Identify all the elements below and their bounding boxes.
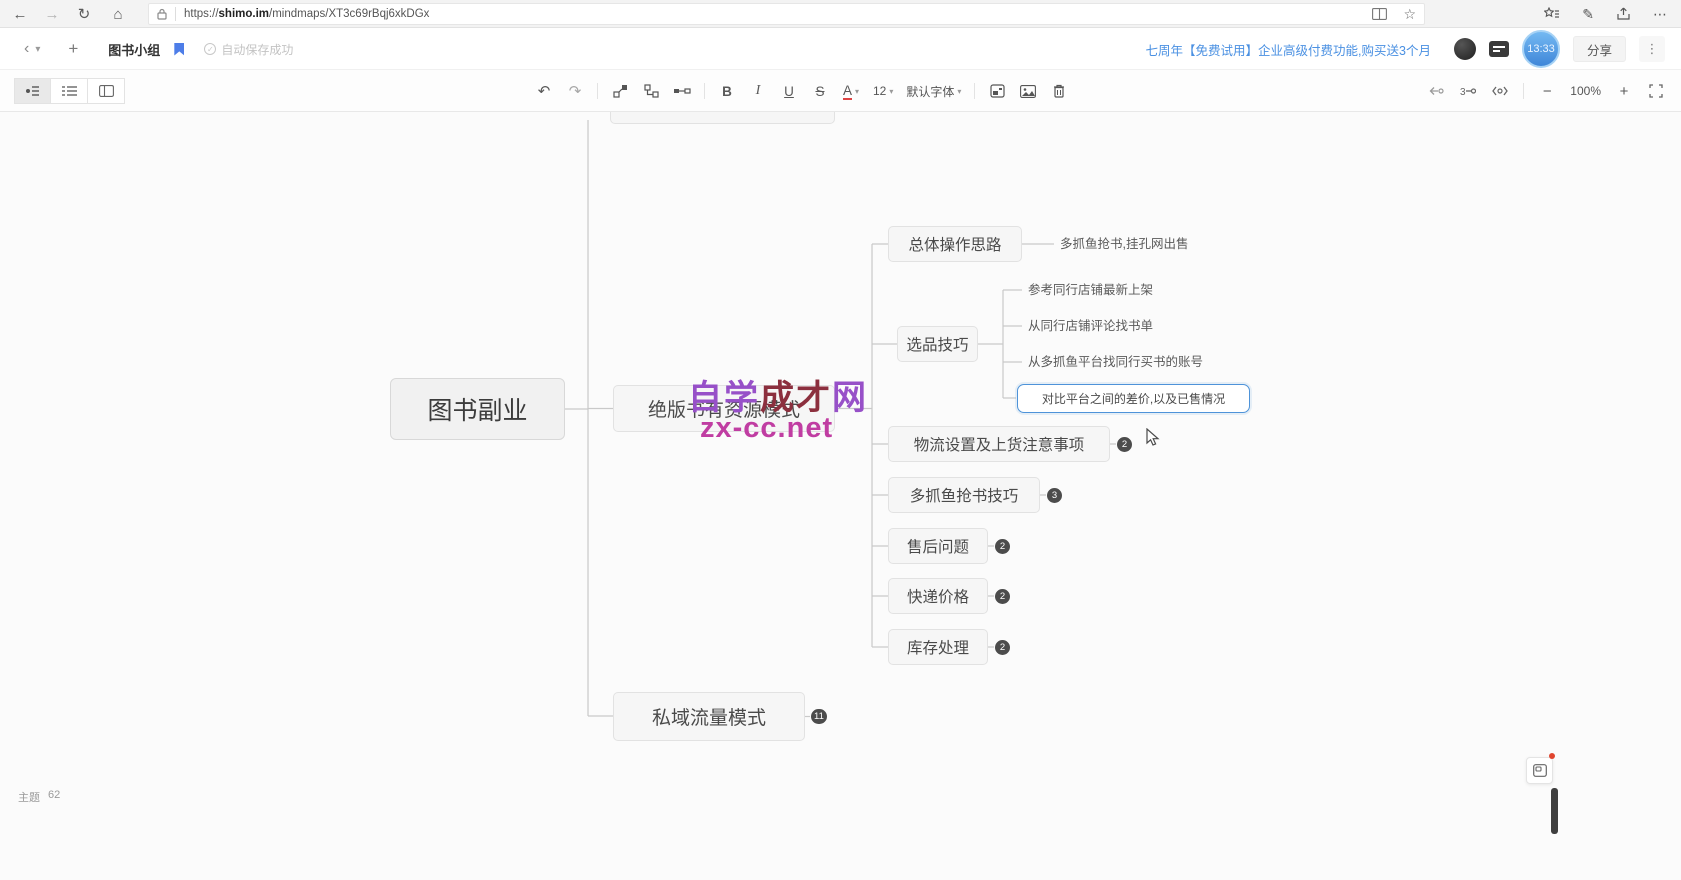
strikethrough-button[interactable]: S <box>811 79 829 103</box>
insert-relation-icon[interactable] <box>673 79 691 103</box>
italic-button[interactable]: I <box>749 79 767 103</box>
zoom-level[interactable]: 100% <box>1570 84 1601 98</box>
redo-icon[interactable]: ↷ <box>566 79 584 103</box>
address-divider <box>175 7 176 21</box>
mindmap-view-button[interactable] <box>14 78 51 104</box>
bold-button[interactable]: B <box>718 79 736 103</box>
mindmap-node-leaf1[interactable]: 参考同行店铺最新上架 <box>1028 282 1153 298</box>
outline-view-button[interactable] <box>51 78 88 104</box>
autosave-check-icon: ✓ <box>204 43 216 55</box>
zoom-in-icon[interactable]: + <box>1615 79 1633 103</box>
font-family-dropdown[interactable]: 默认字体▾ <box>906 83 961 100</box>
collapsed-count-badge-wuliu[interactable]: 2 <box>1117 437 1132 452</box>
mindmap-node-jueban[interactable]: 绝版书有资源模式 <box>613 385 835 432</box>
share-button[interactable]: 分享 <box>1573 36 1626 62</box>
refresh-icon[interactable]: ↻ <box>70 0 98 28</box>
collapsed-count-badge-duozhua[interactable]: 3 <box>1047 488 1062 503</box>
svg-text:3: 3 <box>1460 87 1466 97</box>
address-bar[interactable]: https://shimo.im/mindmaps/XT3c69rBqj6xkD… <box>148 3 1425 25</box>
mindmap-node-xuanpin[interactable]: 选品技巧 <box>897 326 978 362</box>
home-icon[interactable]: ⌂ <box>104 0 132 28</box>
notification-dot <box>1549 753 1555 759</box>
back-icon[interactable]: ← <box>6 0 34 28</box>
bookmark-icon[interactable] <box>174 43 184 56</box>
topic-counter: 主题62 <box>18 789 60 805</box>
favorites-hub-icon[interactable] <box>1544 7 1560 21</box>
insert-subtopic-icon[interactable] <box>642 79 660 103</box>
mindmap-node-leaf3[interactable]: 从多抓鱼平台找同行买书的账号 <box>1028 354 1203 370</box>
autosave-status: ✓ 自动保存成功 <box>204 41 293 58</box>
header-more-icon[interactable]: ⋮ <box>1639 36 1665 62</box>
expand-level-icon[interactable]: 3 <box>1459 79 1477 103</box>
split-view-button[interactable] <box>88 78 125 104</box>
document-title: 图书小组 <box>108 40 160 59</box>
scrollbar-thumb[interactable] <box>1551 788 1558 834</box>
promo-banner-link[interactable]: 七周年【免费试用】企业高级付费功能,购买送3个月 <box>1146 40 1431 59</box>
mindmap-node-leaf_zongti[interactable]: 多抓鱼抢书,挂孔网出售 <box>1060 236 1188 252</box>
favorite-star-icon[interactable]: ☆ <box>1403 6 1416 23</box>
browser-toolbar: ← → ↻ ⌂ https://shimo.im/mindmaps/XT3c69… <box>0 0 1681 28</box>
mindmap-node-shouhou[interactable]: 售后问题 <box>888 528 988 564</box>
forward-icon[interactable]: → <box>38 0 66 28</box>
collapsed-count-badge-shouhou[interactable]: 2 <box>995 539 1010 554</box>
lock-icon <box>157 8 167 20</box>
sticker-icon[interactable] <box>988 79 1006 103</box>
undo-icon[interactable]: ↶ <box>535 79 553 103</box>
user-avatar[interactable] <box>1454 38 1476 60</box>
mindmap-node-kuaidi[interactable]: 快递价格 <box>888 578 988 614</box>
zoom-out-icon[interactable]: − <box>1538 79 1556 103</box>
mindmap-node-zongti[interactable]: 总体操作思路 <box>888 226 1022 262</box>
collapsed-count-badge-kucun[interactable]: 2 <box>995 640 1010 655</box>
mindmap-node-leaf2[interactable]: 从同行店铺评论找书单 <box>1028 318 1153 334</box>
node-partial-top[interactable] <box>610 112 835 124</box>
share-page-icon[interactable] <box>1616 7 1631 21</box>
collapsed-count-badge-kuaidi[interactable]: 2 <box>995 589 1010 604</box>
fit-canvas-icon[interactable] <box>1491 79 1509 103</box>
mindmap-node-duozhua[interactable]: 多抓鱼抢书技巧 <box>888 477 1040 513</box>
mindmap-canvas[interactable]: 图书副业 绝版书有资源模式 总体操作思路 多抓鱼抢书,挂孔网出售选品技巧 参考同行店铺最… <box>0 112 1681 880</box>
font-size-dropdown[interactable]: 12▾ <box>873 84 893 98</box>
mindmap-node-wuliu[interactable]: 物流设置及上货注意事项 <box>888 426 1110 462</box>
mindmap-node-sel[interactable]: 对比平台之间的差价,以及已售情况 <box>1017 384 1250 413</box>
annotate-pen-icon[interactable]: ✎ <box>1582 6 1594 23</box>
mindmap-node-siyu[interactable]: 私域流量模式 <box>613 692 805 741</box>
application-window: ← → ↻ ⌂ https://shimo.im/mindmaps/XT3c69… <box>0 0 1681 880</box>
underline-button[interactable]: U <box>780 79 798 103</box>
mindmap-node-kucun[interactable]: 库存处理 <box>888 629 988 665</box>
comment-icon[interactable] <box>1489 41 1509 57</box>
doc-back-icon[interactable]: ‹ <box>24 40 29 58</box>
minimap-button[interactable] <box>1526 757 1553 784</box>
browser-menu-icon[interactable]: ⋯ <box>1653 6 1667 23</box>
delete-icon[interactable] <box>1050 79 1068 103</box>
font-color-button[interactable]: A▾ <box>842 79 860 103</box>
clock-overlay: 13:33 <box>1522 30 1560 68</box>
url-text: https://shimo.im/mindmaps/XT3c69rBqj6xkD… <box>184 8 429 20</box>
collapsed-count-badge-siyu[interactable]: 11 <box>811 709 827 724</box>
insert-image-icon[interactable] <box>1019 79 1037 103</box>
mindmap-node-root[interactable]: 图书副业 <box>390 378 565 440</box>
doc-back-dropdown-icon[interactable]: ▾ <box>35 44 40 55</box>
new-document-icon[interactable]: + <box>68 39 78 59</box>
connector-lines <box>0 112 1681 880</box>
document-header: ‹ ▾ + 图书小组 ✓ 自动保存成功 七周年【免费试用】企业高级付费功能,购买… <box>0 28 1681 70</box>
format-toolbar: ↶ ↷ B I U S A▾ 12▾ 默认字体▾ <box>0 70 1681 112</box>
fullscreen-icon[interactable] <box>1647 79 1665 103</box>
collapse-branch-icon[interactable] <box>1427 79 1445 103</box>
reading-view-icon[interactable] <box>1372 8 1387 20</box>
insert-topic-icon[interactable] <box>611 79 629 103</box>
